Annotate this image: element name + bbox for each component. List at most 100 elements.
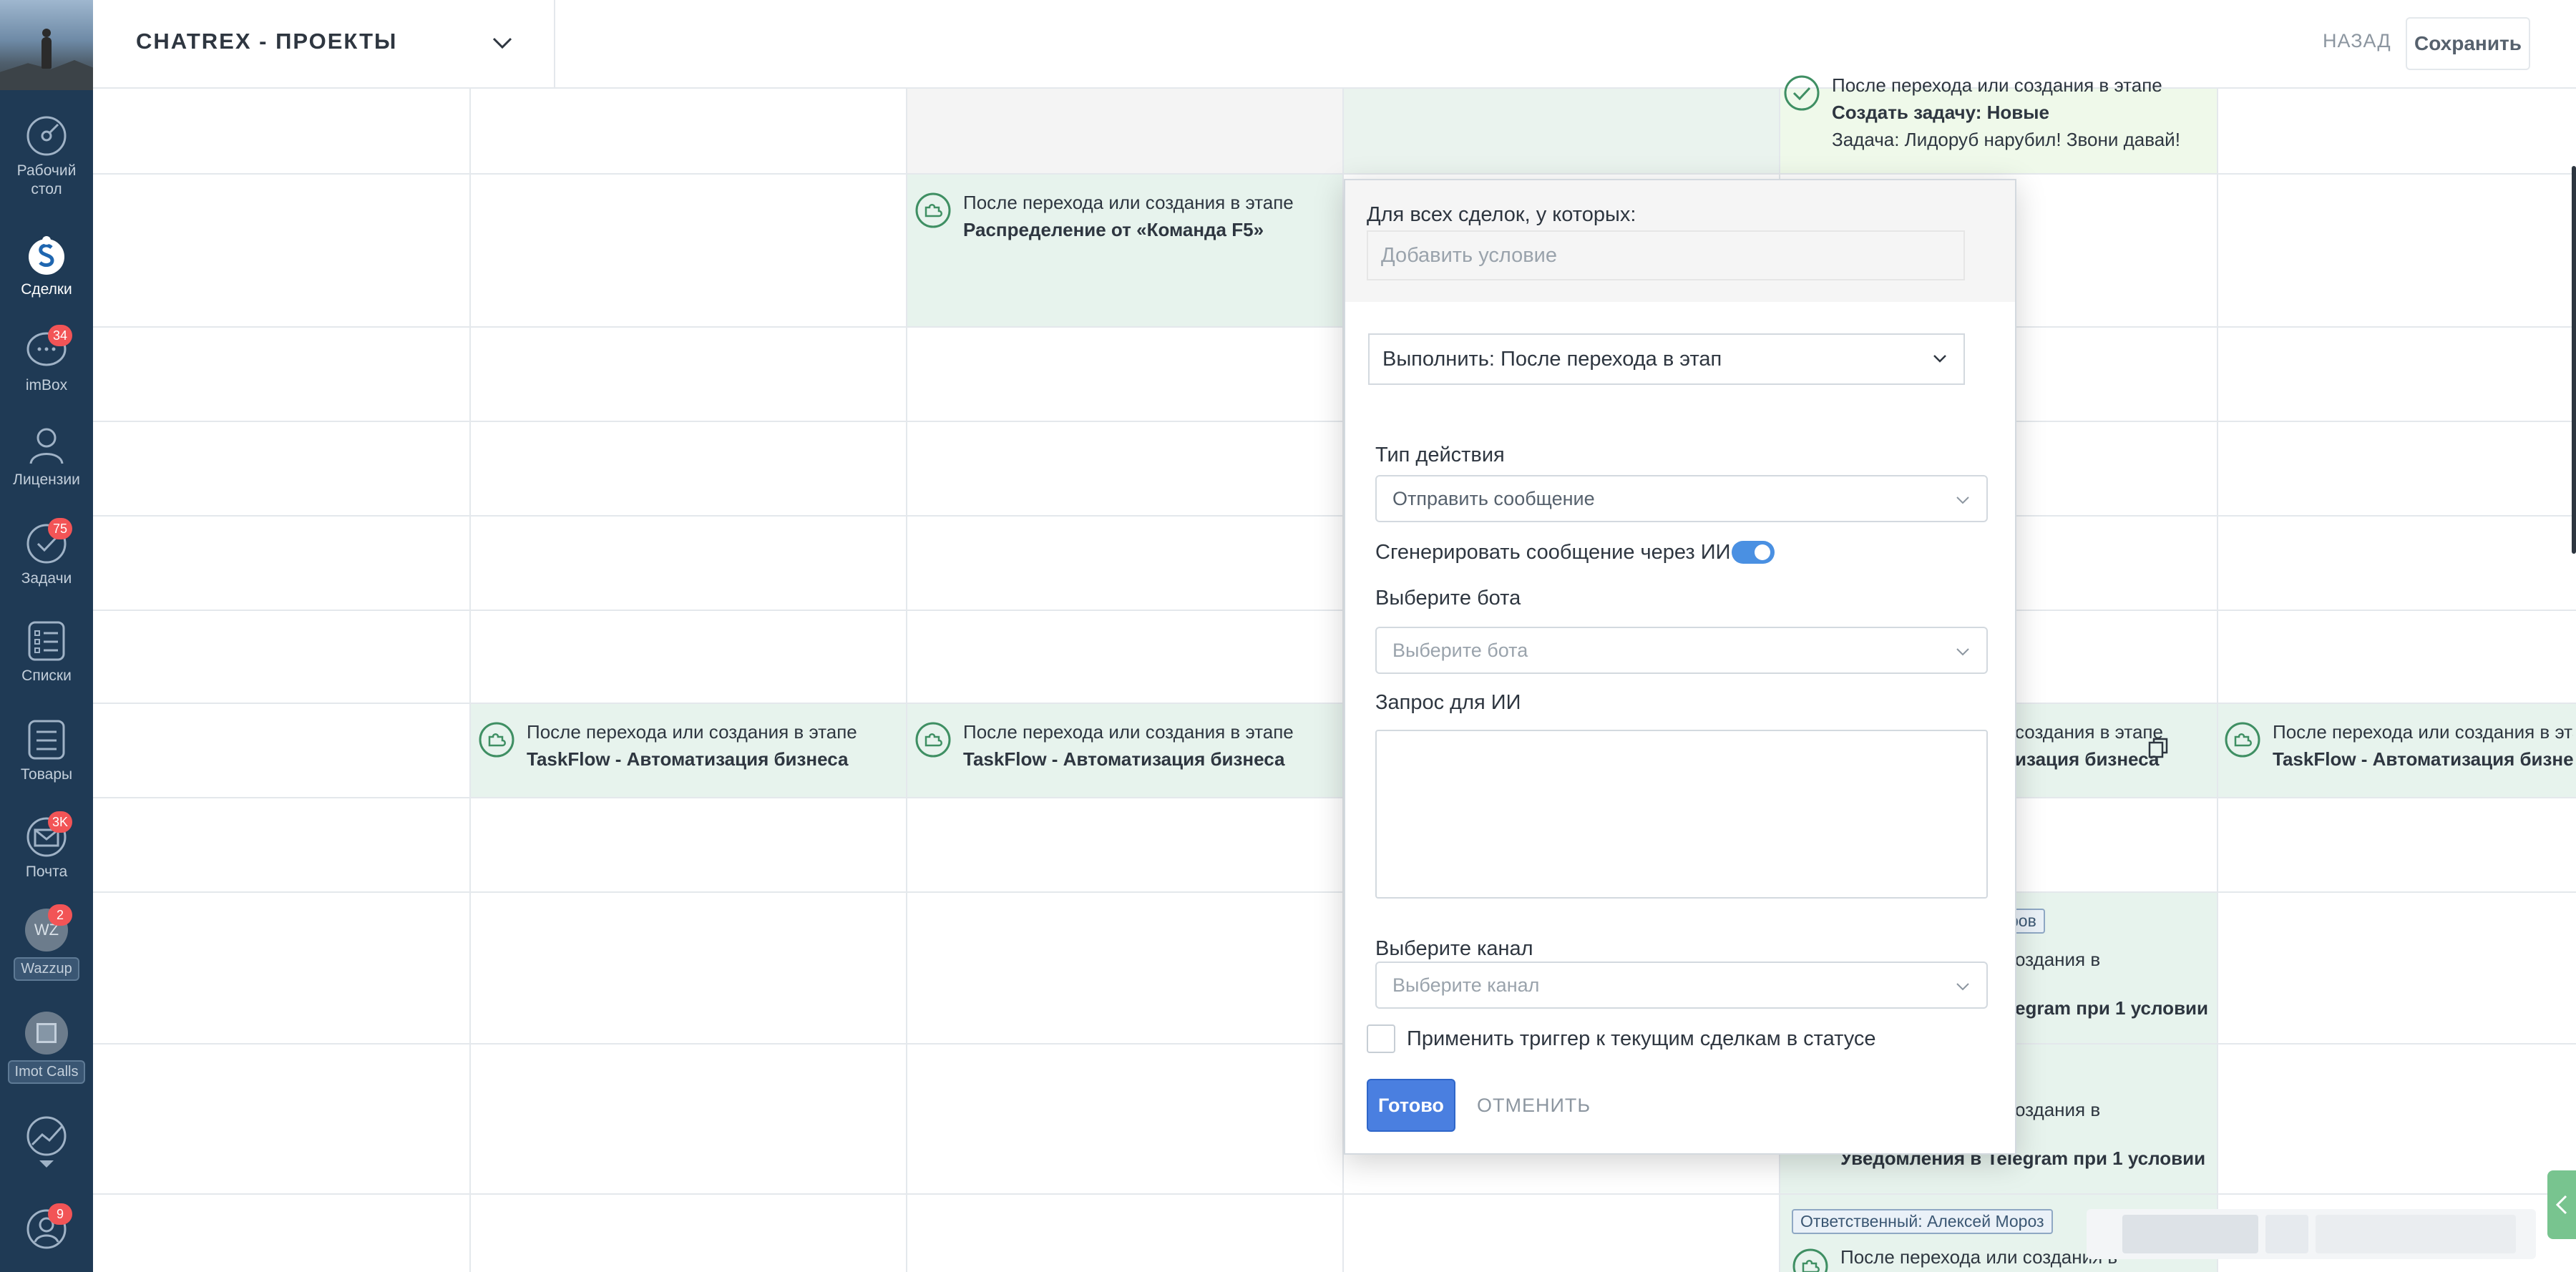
puzzle-icon	[2225, 722, 2260, 758]
trigger-text-fragment: создания в этапе	[2015, 721, 2163, 743]
apply-existing-label: Применить триггер к текущим сделкам в ст…	[1407, 1027, 1876, 1050]
deals-icon	[25, 233, 68, 276]
action-type-label: Тип действия	[1375, 444, 1505, 466]
sidebar-item-label: Рабочий стол	[16, 162, 77, 197]
automation-board: После перехода или создания в этапе Созд…	[93, 74, 2576, 1272]
sidebar-item-label: Товары	[20, 766, 73, 783]
user-avatar[interactable]	[0, 0, 93, 90]
bot-label: Выберите бота	[1375, 587, 1521, 610]
board-cell	[907, 89, 1344, 173]
profile-icon: 9	[25, 1203, 72, 1251]
puzzle-icon	[1792, 1248, 1828, 1272]
back-link[interactable]: НАЗАД	[2323, 30, 2391, 52]
bot-select[interactable]: Выберите бота	[1375, 627, 1988, 674]
ai-generate-toggle[interactable]	[1732, 541, 1775, 564]
notification-badge: 2	[48, 904, 72, 926]
notification-badge: 9	[48, 1203, 72, 1225]
chat-icon: 34	[25, 325, 72, 372]
mail-icon: 3K	[25, 811, 72, 858]
trigger-text-fragment: После перехода или создания в	[1840, 1246, 2118, 1268]
trigger-text: После перехода или создания в этапе Task…	[527, 721, 857, 770]
side-panel-toggle[interactable]	[2547, 1170, 2576, 1239]
check-circle-icon	[1784, 75, 1820, 111]
sidebar-item-wazzup[interactable]: WZ 2 Wazzup	[0, 904, 93, 981]
page-title: CHATREX - ПРОЕКТЫ	[136, 29, 398, 54]
chevron-left-icon	[2555, 1195, 2567, 1215]
notification-badge: 3K	[47, 811, 72, 833]
products-icon	[25, 718, 68, 761]
sidebar-item-label: Лицензии	[13, 471, 80, 488]
trigger-text: После перехода или создания в этапе Расп…	[963, 192, 1294, 240]
sidebar-item-label: Почта	[25, 864, 68, 880]
sidebar-item-mail[interactable]: 3K Почта	[0, 811, 93, 881]
left-sidebar: Рабочий стол Сделки 34 imBox Лицензии 75…	[0, 0, 93, 1272]
tasks-icon: 75	[25, 518, 72, 565]
all-deals-label: Для всех сделок, у которых:	[1367, 203, 1636, 226]
execute-select[interactable]: Выполнить: После перехода в этап	[1368, 333, 1965, 385]
chevron-down-icon	[1956, 648, 1969, 656]
trigger-text-fragment: оздания в	[2015, 949, 2101, 970]
save-button[interactable]: Сохранить	[2406, 17, 2530, 70]
vertical-scrollbar[interactable]	[2572, 166, 2576, 554]
analytics-icon	[25, 1115, 68, 1158]
trigger-text: После перехода или создания в этапе Task…	[2273, 721, 2573, 770]
trigger-text-fragment: изация бизнеса	[2015, 748, 2160, 770]
sidebar-item-label: Wazzup	[14, 957, 79, 981]
trigger-text: После перехода или создания в этапе Task…	[963, 721, 1294, 770]
task-trigger-card[interactable]: После перехода или создания в этапе Созд…	[1783, 72, 2212, 153]
chevron-down-icon	[1933, 355, 1946, 363]
channel-label: Выберите канал	[1375, 937, 1533, 960]
trigger-card[interactable]: После перехода или создания в этапе Task…	[478, 718, 900, 773]
sidebar-item-label: Сделки	[21, 281, 72, 298]
done-button[interactable]: Готово	[1367, 1079, 1455, 1132]
ai-request-label: Запрос для ИИ	[1375, 691, 1521, 714]
sidebar-item-imot-calls[interactable]: Imot Calls	[0, 1012, 93, 1084]
sidebar-item-products[interactable]: Товары	[0, 718, 93, 784]
puzzle-icon	[915, 192, 951, 228]
sidebar-item-deals[interactable]: Сделки	[0, 233, 93, 299]
dashboard-icon	[25, 114, 68, 157]
action-type-select[interactable]: Отправить сообщение	[1375, 475, 1988, 522]
ai-toggle-label: Сгенерировать сообщение через ИИ	[1375, 541, 1731, 564]
license-icon	[25, 424, 68, 466]
trigger-card[interactable]: После перехода или создания в этапе Task…	[914, 718, 1340, 773]
trigger-settings-modal: Для всех сделок, у которых: Добавить усл…	[1344, 179, 2016, 1155]
sidebar-item-label: Задачи	[21, 570, 72, 587]
expand-more-icon[interactable]	[39, 1160, 54, 1168]
puzzle-icon	[915, 722, 951, 758]
ai-request-textarea[interactable]	[1375, 730, 1988, 899]
trigger-text: После перехода или создания в этапе Созд…	[1832, 74, 2180, 150]
cancel-button[interactable]: ОТМЕНИТЬ	[1477, 1095, 1591, 1117]
trigger-card[interactable]: После перехода или создания в этапе Task…	[2224, 718, 2575, 773]
board-cell	[1344, 89, 1780, 173]
notification-badge: 34	[48, 325, 72, 346]
pipeline-selector[interactable]: CHATREX - ПРОЕКТЫ	[93, 0, 555, 87]
sidebar-item-dashboard[interactable]: Рабочий стол	[0, 114, 93, 199]
sidebar-item-licenses[interactable]: Лицензии	[0, 424, 93, 489]
sidebar-item-label: Imot Calls	[7, 1060, 86, 1084]
sidebar-item-lists[interactable]: Списки	[0, 620, 93, 685]
sidebar-item-imbox[interactable]: 34 imBox	[0, 325, 93, 395]
chevron-down-icon	[1956, 496, 1969, 504]
apply-existing-checkbox[interactable]	[1367, 1024, 1395, 1053]
lists-icon	[25, 620, 68, 662]
add-condition-input[interactable]: Добавить условие	[1367, 230, 1965, 280]
notification-badge: 75	[48, 518, 72, 539]
responsible-tag: Ответственный: Алексей Мороз	[1792, 1209, 2053, 1234]
sidebar-item-tasks[interactable]: 75 Задачи	[0, 518, 93, 588]
puzzle-icon	[479, 722, 514, 758]
copy-icon[interactable]	[2147, 737, 2170, 760]
sidebar-item-analytics[interactable]	[0, 1115, 93, 1168]
horizontal-scroll-preview[interactable]	[2087, 1209, 2536, 1259]
calls-icon	[25, 1012, 68, 1055]
wazzup-icon: WZ 2	[25, 904, 72, 951]
channel-select[interactable]: Выберите канал	[1375, 962, 1988, 1009]
trigger-text-fragment: оздания в	[2015, 1099, 2101, 1120]
chevron-down-icon	[1956, 983, 1969, 991]
sidebar-item-label: Списки	[21, 667, 72, 684]
sidebar-item-profile[interactable]: 9	[0, 1203, 93, 1251]
trigger-text-fragment: egram при 1 условии	[2015, 997, 2209, 1019]
sidebar-item-label: imBox	[25, 377, 68, 393]
trigger-card[interactable]: После перехода или создания в этапе Расп…	[914, 189, 1340, 243]
chevron-down-icon	[492, 37, 512, 49]
